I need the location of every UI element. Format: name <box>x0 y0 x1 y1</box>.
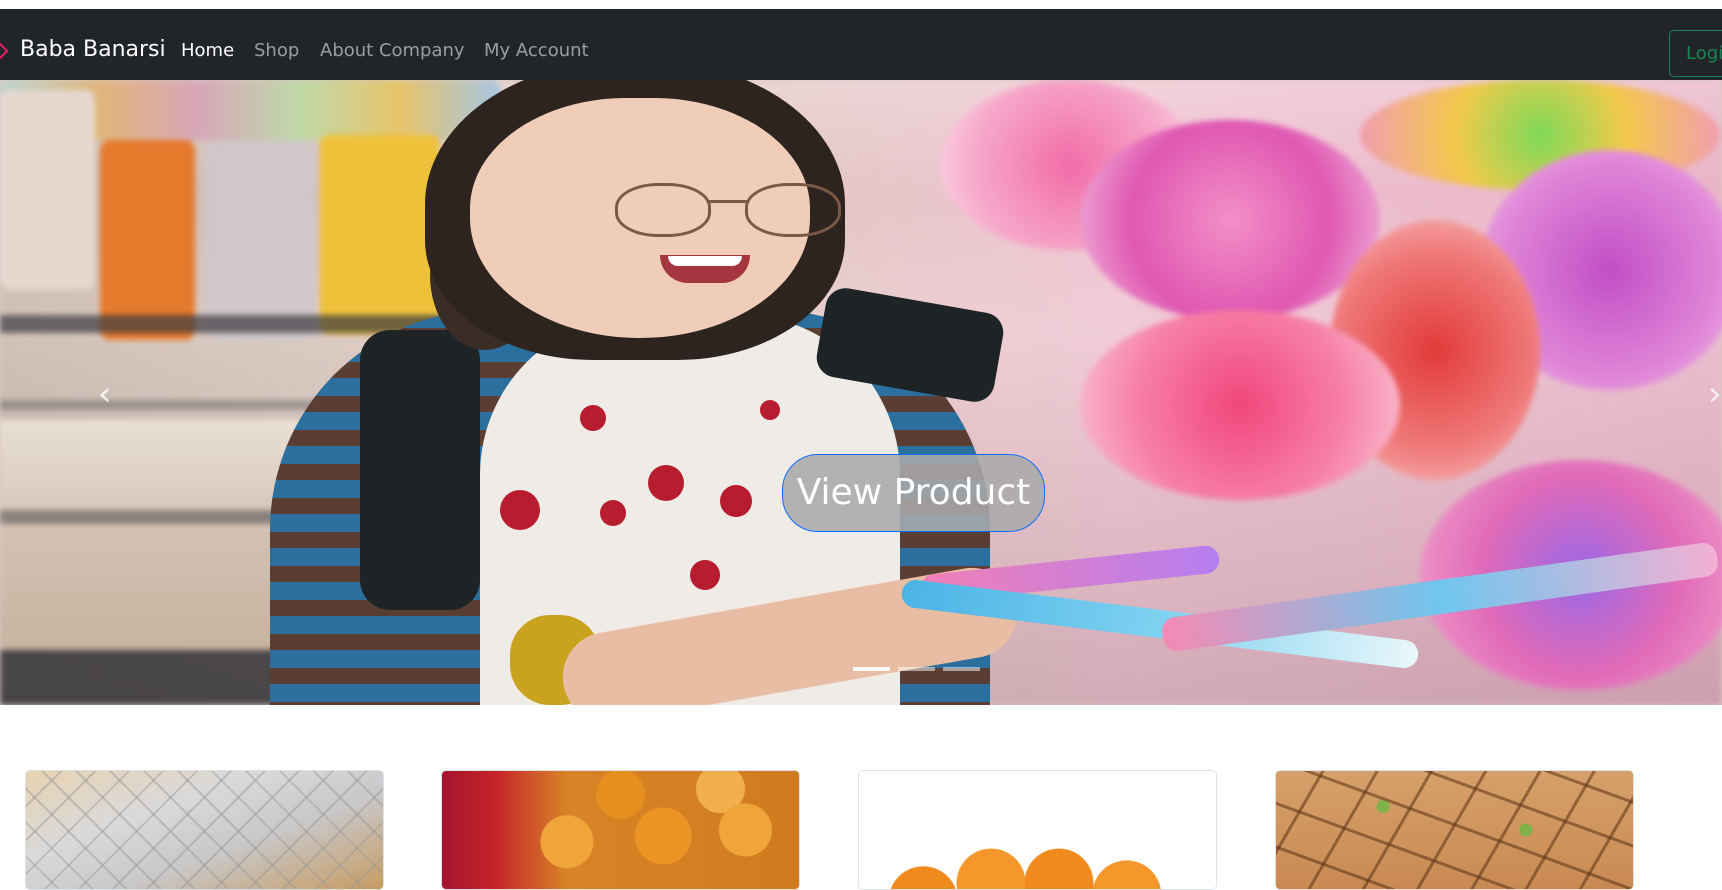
ladoo-image <box>859 771 1216 889</box>
carousel-indicator-1[interactable] <box>853 667 890 671</box>
glasses-bridge <box>708 200 748 203</box>
flower-print <box>580 405 606 431</box>
login-button[interactable]: Logi <box>1669 30 1722 77</box>
nav-shop[interactable]: Shop <box>254 39 299 63</box>
burfi-image <box>1276 771 1633 889</box>
brand-logo-icon <box>0 42 9 60</box>
glasses-lens <box>615 183 711 237</box>
product-card-gujiya[interactable] <box>441 770 800 890</box>
nav-my-account[interactable]: My Account <box>484 39 589 63</box>
flower-print <box>500 490 540 530</box>
teeth <box>668 256 742 266</box>
product-card-ladoo[interactable] <box>858 770 1217 890</box>
flower-print <box>690 560 720 590</box>
chevron-right-icon[interactable]: › <box>1708 374 1722 414</box>
gujiya-image <box>442 771 799 889</box>
flower-print <box>648 465 684 501</box>
flower-print <box>720 485 752 517</box>
nav-about-company[interactable]: About Company <box>320 39 465 63</box>
view-product-button[interactable]: View Product <box>782 454 1045 532</box>
kaju-katli-image <box>26 771 383 889</box>
top-strip <box>0 0 1722 9</box>
smiling-girl <box>0 80 1722 705</box>
product-card-kaju-katli[interactable] <box>25 770 384 890</box>
carousel-indicator-3[interactable] <box>943 667 980 671</box>
navbar: Baba Banarsi Home Shop About Company My … <box>0 9 1722 80</box>
glasses-lens <box>745 183 841 237</box>
carousel-indicator-2[interactable] <box>898 667 935 671</box>
flower-print <box>600 500 626 526</box>
backpack-strap <box>360 330 480 610</box>
chevron-left-icon[interactable]: ‹ <box>98 374 118 414</box>
brand-link[interactable]: Baba Banarsi <box>20 35 166 65</box>
flower-print <box>760 400 780 420</box>
nav-home[interactable]: Home <box>181 39 234 63</box>
product-card-burfi[interactable] <box>1275 770 1634 890</box>
hero-carousel <box>0 80 1722 705</box>
